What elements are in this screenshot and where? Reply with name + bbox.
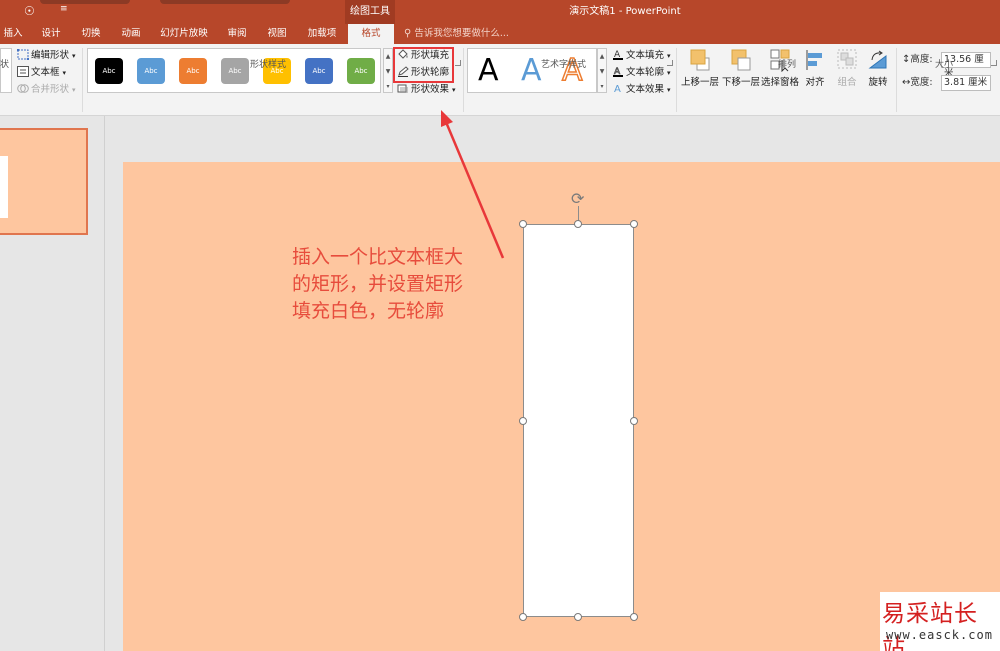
resize-handle-bottom-right[interactable] xyxy=(630,613,638,621)
resize-handle-right[interactable] xyxy=(630,417,638,425)
resize-handle-top[interactable] xyxy=(574,220,582,228)
selected-rectangle[interactable] xyxy=(523,224,634,617)
resize-handle-bottom-left[interactable] xyxy=(519,613,527,621)
resize-handle-bottom[interactable] xyxy=(574,613,582,621)
resize-handle-top-right[interactable] xyxy=(630,220,638,228)
site-watermark: 易采站长站 www.easck.com xyxy=(880,592,1000,651)
annotation-arrow xyxy=(441,110,505,259)
watermark-url: www.easck.com xyxy=(886,628,993,642)
watermark-title: 易采站长站 xyxy=(882,601,978,651)
resize-handle-top-left[interactable] xyxy=(519,220,527,228)
resize-handle-left[interactable] xyxy=(519,417,527,425)
rotate-handle-icon[interactable]: ⟳ xyxy=(571,191,587,207)
